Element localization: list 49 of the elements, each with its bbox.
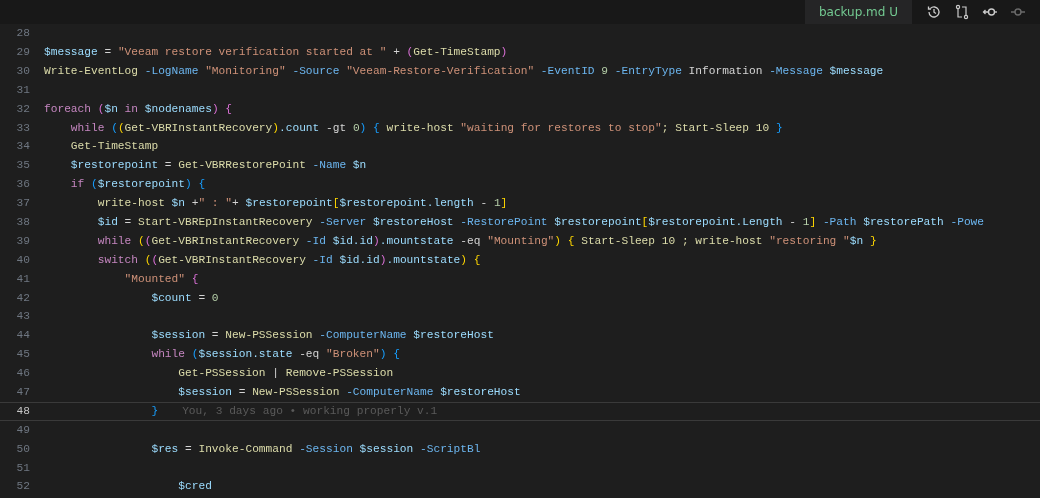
line-number: 42 <box>15 290 31 306</box>
line-number: 45 <box>15 347 31 363</box>
line-number: 30 <box>15 63 31 79</box>
line-number: 33 <box>15 120 31 136</box>
line-number: 37 <box>15 196 31 212</box>
code-line: $message = "Veeam restore verification started at " + (Get-TimeStamp) <box>44 44 508 60</box>
line-number: 38 <box>15 214 31 230</box>
code-line: } <box>150 403 159 419</box>
file-tab[interactable]: backup.md U <box>804 0 912 24</box>
line-number: 32 <box>15 101 31 117</box>
line-number: 40 <box>15 252 31 268</box>
line-number: 36 <box>15 177 31 193</box>
line-number: 39 <box>15 233 31 249</box>
line-number: 31 <box>15 82 31 98</box>
code-line: while ((Get-VBRInstantRecovery -Id $id.id).mountstate -eq "Mounting") { Start-Sleep 10 ; write-host "restoring "$n } <box>96 233 877 249</box>
line-number: 50 <box>15 441 31 457</box>
line-number: 43 <box>15 309 31 325</box>
line-number: 35 <box>15 158 31 174</box>
code-line: $res = Invoke-Command -Session $session -ScriptBl <box>150 441 481 457</box>
compare-icon[interactable] <box>954 4 970 20</box>
line-number: 28 <box>15 26 31 42</box>
code-line: $session = New-PSSession -ComputerName $restoreHost <box>177 384 521 400</box>
blame-annotation: You, 3 days ago • working properly v.1 <box>182 403 438 419</box>
code-line: foreach ($n in $nodenames) { <box>44 101 233 117</box>
code-line: $id = Start-VBREpInstantRecovery -Server $restoreHost -RestorePoint $restorepoint[$restorepoint.Length - 1] -Path $restorePath -Powe <box>96 214 985 230</box>
line-number: 34 <box>15 139 31 155</box>
line-number: 48 <box>15 403 31 419</box>
line-number: 52 <box>15 479 31 495</box>
code-line: $cred <box>177 479 212 495</box>
code-line: $count = 0 <box>150 290 219 306</box>
code-line: write-host $n +" : "+ $restorepoint[$restorepoint.length - 1] <box>96 196 508 212</box>
code-line: Get-TimeStamp <box>69 139 159 155</box>
code-line: if ($restorepoint) { <box>69 177 206 193</box>
line-number: 46 <box>15 366 31 382</box>
code-line: $restorepoint = Get-VBRRestorePoint -Name $n <box>69 158 367 174</box>
line-number: 51 <box>15 460 31 476</box>
code-line: Write-EventLog -LogName "Monitoring" -Source "Veeam-Restore-Verification" -EventID 9 -EntryType Information -Message $message <box>44 63 884 79</box>
code-line: $session = New-PSSession -ComputerName $restoreHost <box>150 328 494 344</box>
history-icon[interactable] <box>926 4 942 20</box>
line-number: 44 <box>15 328 31 344</box>
code-line: "Mounted" { <box>123 271 199 287</box>
code-line: while ((Get-VBRInstantRecovery).count -gt 0) { write-host "waiting for restores to stop"; Start-Sleep 10 } <box>69 120 783 136</box>
line-number: 49 <box>15 422 31 438</box>
code-line: switch ((Get-VBRInstantRecovery -Id $id.id).mountstate) { <box>96 252 481 268</box>
code-line: Get-PSSession | Remove-PSSession <box>177 366 394 382</box>
line-number: 29 <box>15 44 31 60</box>
line-number: 41 <box>15 271 31 287</box>
code-line: while ($session.state -eq "Broken") { <box>150 347 400 363</box>
line-number: 47 <box>15 384 31 400</box>
